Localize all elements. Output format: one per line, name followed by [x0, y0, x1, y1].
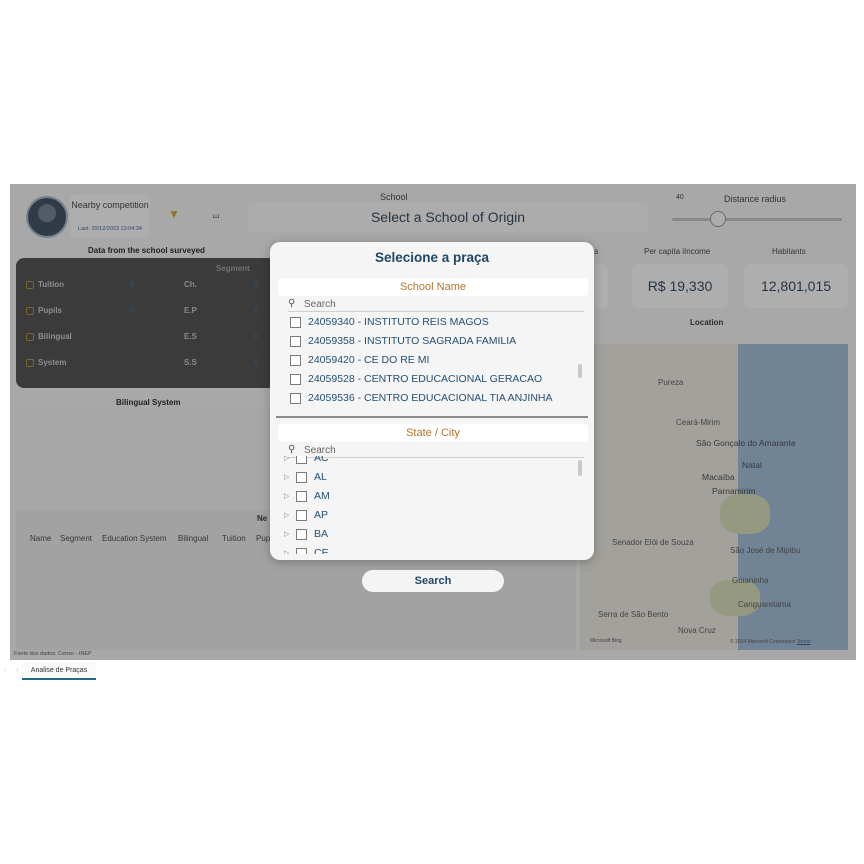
- state-list-scrollbar[interactable]: [578, 460, 582, 476]
- report-canvas: Nearby competition Last: 20/12/2023 13:0…: [10, 184, 856, 660]
- school-name-header: School Name: [278, 278, 588, 296]
- expand-caret-icon[interactable]: ▷: [284, 511, 296, 519]
- section-divider: [276, 416, 588, 418]
- state-option-label: AL: [314, 471, 327, 483]
- school-option-label: 24059358 - INSTITUTO SAGRADA FAMILIA: [308, 335, 517, 347]
- select-praca-dialog: Selecione a praça School Name ⚲ Search 2…: [270, 242, 594, 560]
- school-option[interactable]: 24059528 - CENTRO EDUCACIONAL GERACAO: [290, 371, 542, 387]
- state-option[interactable]: ▷ CE: [284, 545, 329, 554]
- checkbox[interactable]: [290, 335, 301, 347]
- state-option[interactable]: ▷ BA: [284, 526, 328, 542]
- checkbox[interactable]: [296, 509, 307, 521]
- school-option[interactable]: 24059420 - CE DO RE MI: [290, 352, 429, 368]
- state-list: ▷ AC ▷ AL ▷ AM ▷ AP ▷ BA ▷ CE: [284, 456, 574, 554]
- school-option-label: 24059340 - INSTITUTO REIS MAGOS: [308, 316, 489, 328]
- checkbox[interactable]: [296, 456, 307, 464]
- expand-caret-icon[interactable]: ▷: [284, 492, 296, 500]
- school-list-scrollbar[interactable]: [578, 364, 582, 378]
- school-option-label: 24059528 - CENTRO EDUCACIONAL GERACAO: [308, 373, 543, 385]
- state-option[interactable]: ▷ AP: [284, 507, 328, 523]
- state-option-label: AM: [314, 490, 330, 502]
- checkbox[interactable]: [290, 373, 301, 385]
- checkbox[interactable]: [296, 528, 307, 540]
- search-icon: ⚲: [288, 444, 296, 455]
- expand-caret-icon[interactable]: ▷: [284, 549, 296, 554]
- checkbox[interactable]: [290, 316, 301, 328]
- expand-caret-icon[interactable]: ▷: [284, 473, 296, 481]
- search-icon: ⚲: [288, 298, 296, 309]
- state-option[interactable]: ▷ AL: [284, 469, 327, 485]
- checkbox[interactable]: [290, 354, 301, 366]
- school-option-label: 24059420 - CE DO RE MI: [308, 354, 430, 366]
- checkbox[interactable]: [296, 547, 307, 554]
- school-option[interactable]: 24059340 - INSTITUTO REIS MAGOS: [290, 314, 489, 330]
- school-option[interactable]: 24059536 - CENTRO EDUCACIONAL TIA ANJINH…: [290, 390, 553, 406]
- expand-caret-icon[interactable]: ▷: [284, 456, 296, 462]
- state-option-label: AP: [314, 509, 329, 521]
- expand-caret-icon[interactable]: ▷: [284, 530, 296, 538]
- state-city-header: State / City: [278, 424, 588, 442]
- tab-analise-de-pracas[interactable]: Analise de Praças: [22, 662, 96, 680]
- checkbox[interactable]: [290, 392, 301, 404]
- tab-nav-arrows-icon[interactable]: ‹ ›: [4, 667, 23, 674]
- state-option-label: AC: [314, 456, 329, 464]
- state-option[interactable]: ▷ AM: [284, 488, 330, 504]
- dialog-title: Selecione a praça: [374, 250, 490, 265]
- school-search-input[interactable]: ⚲ Search: [288, 298, 584, 312]
- school-option[interactable]: 24059358 - INSTITUTO SAGRADA FAMILIA: [290, 333, 516, 349]
- search-button[interactable]: Search: [362, 570, 504, 592]
- page-tab-strip: ‹ › Analise de Praças: [0, 662, 864, 682]
- checkbox[interactable]: [296, 490, 307, 502]
- state-option[interactable]: ▷ AC: [284, 456, 329, 466]
- school-option-label: 24059536 - CENTRO EDUCACIONAL TIA ANJINH…: [308, 392, 553, 404]
- school-search-placeholder: Search: [304, 299, 336, 310]
- state-option-label: BA: [314, 528, 329, 540]
- state-search-placeholder: Search: [304, 445, 336, 456]
- state-option-label: CE: [314, 547, 329, 554]
- checkbox[interactable]: [296, 471, 307, 483]
